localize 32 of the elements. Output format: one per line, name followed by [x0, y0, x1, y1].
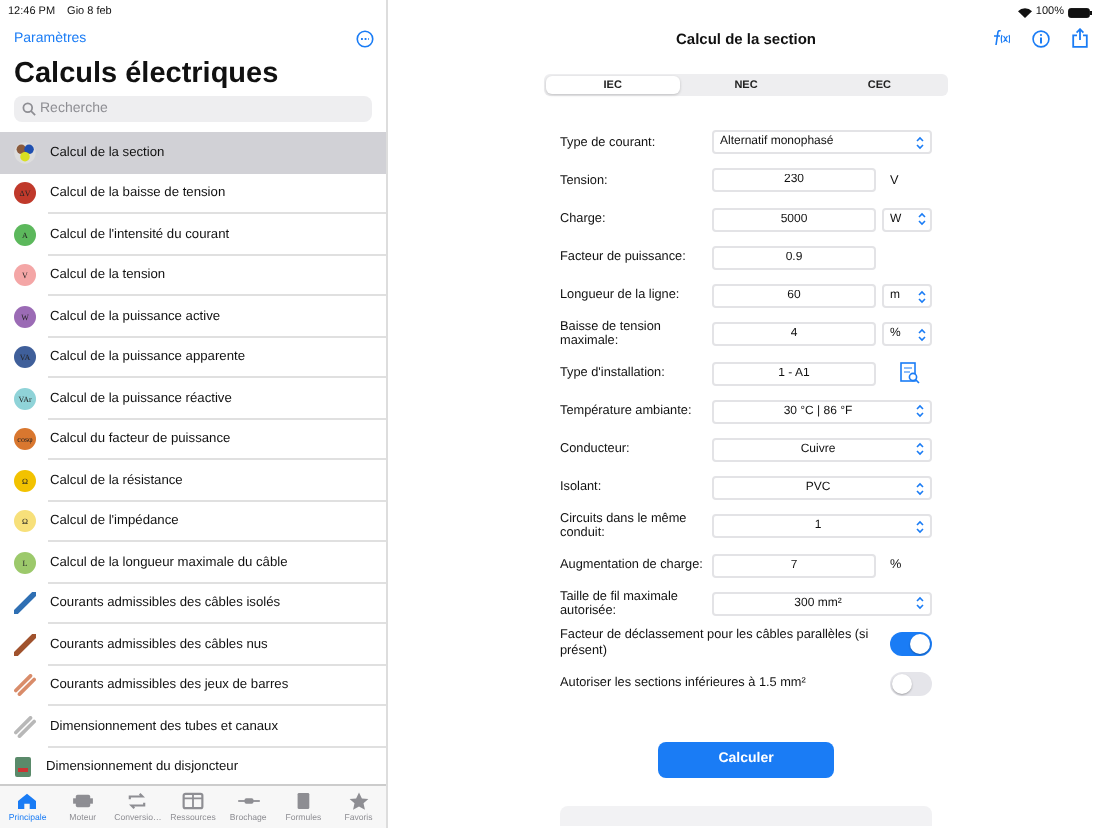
home-icon: [16, 792, 39, 810]
chevron-up-down-icon: [916, 481, 924, 496]
sidebar-title: Calculs électriques: [14, 58, 281, 90]
cable-icon: [14, 592, 36, 615]
colored-circles-icon: [14, 141, 36, 164]
function-icon[interactable]: [990, 30, 1010, 46]
chevron-up-down-icon: [916, 404, 924, 419]
toggle-switch[interactable]: [890, 632, 932, 657]
chevron-up-down-icon: [916, 596, 924, 611]
chevron-up-down-icon: [916, 519, 924, 534]
search-icon: [22, 102, 36, 116]
wifi-icon: [1017, 7, 1032, 17]
share-icon[interactable]: [1072, 28, 1088, 48]
plug-icon: [237, 792, 260, 810]
book-icon: [292, 792, 315, 810]
battery-icon: [1068, 7, 1092, 17]
motor-icon: [71, 792, 94, 810]
arrows-loop-icon: [126, 792, 149, 810]
chevron-up-down-icon: [916, 442, 924, 457]
bars-icon: [14, 674, 36, 697]
breaker-icon: [14, 756, 32, 779]
chevron-up-down-icon: [918, 327, 926, 342]
toggle-switch[interactable]: [890, 672, 932, 697]
info-icon[interactable]: [1032, 29, 1050, 47]
more-icon[interactable]: [356, 30, 374, 48]
chevron-up-down-icon: [918, 289, 926, 304]
cable-icon: [14, 633, 36, 656]
chevron-up-down-icon: [918, 212, 926, 227]
star-icon: [347, 792, 370, 810]
table-search-icon[interactable]: [900, 362, 920, 385]
chevron-up-down-icon: [916, 135, 924, 150]
bars-icon: [14, 715, 36, 738]
